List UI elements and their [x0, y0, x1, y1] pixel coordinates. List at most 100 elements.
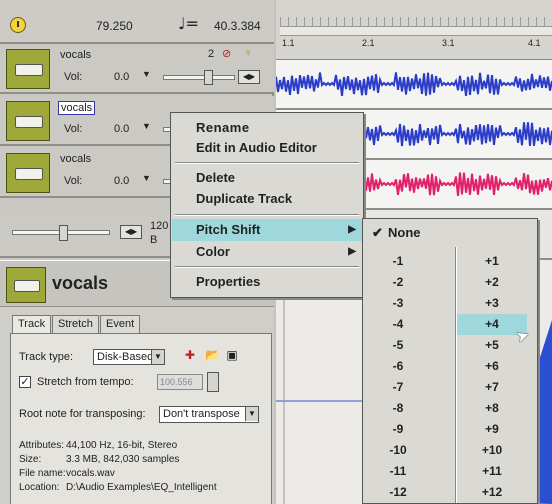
pan-button[interactable]: ◀▶	[120, 225, 142, 239]
menu-item-rename[interactable]: Rename	[172, 117, 362, 139]
pitch-item[interactable]: +8	[457, 398, 527, 419]
pitch-item[interactable]: -10	[363, 440, 433, 461]
pitch-item[interactable]: -7	[363, 377, 433, 398]
track-icon[interactable]	[6, 153, 50, 193]
menu-item-duplicate-track[interactable]: Duplicate Track	[172, 188, 362, 210]
pitch-item[interactable]: -6	[363, 356, 433, 377]
root-note-value: Don't transpose	[163, 408, 240, 420]
pitch-item[interactable]: +2	[457, 272, 527, 293]
volume-value: 0.0	[114, 123, 130, 135]
menu-item-none[interactable]: ✔ None	[364, 222, 536, 244]
pitch-item[interactable]: -4	[363, 314, 433, 335]
pitch-item[interactable]: -8	[363, 398, 433, 419]
volume-label: Vol:	[64, 71, 83, 83]
properties-title: vocals	[52, 273, 109, 293]
tempo-value[interactable]: 79.250	[96, 19, 133, 33]
pitch-item[interactable]: -2	[363, 272, 433, 293]
pitch-item[interactable]: +6	[457, 356, 527, 377]
info-value: 3.3 MB, 842,030 samples	[66, 454, 180, 465]
slider-knob[interactable]	[59, 225, 68, 241]
chevron-down-icon[interactable]: ▼	[142, 121, 151, 131]
pitch-item[interactable]: -9	[363, 419, 433, 440]
pitch-item[interactable]: -12	[363, 482, 433, 503]
info-key: Size:	[19, 454, 42, 465]
pitch-item[interactable]: +7	[457, 377, 527, 398]
submenu-arrow-icon: ▶	[348, 246, 356, 257]
slider-knob[interactable]	[204, 70, 213, 85]
chevron-down-icon[interactable]: ▼	[151, 350, 164, 364]
info-file-name: File name:vocals.wav	[19, 468, 115, 479]
solo-icon[interactable]: ♀	[244, 47, 252, 59]
chevron-down-icon[interactable]: ▼	[142, 173, 151, 183]
chevron-down-icon[interactable]: ▼	[142, 69, 151, 79]
track-type-value: Disk-Based	[97, 351, 154, 363]
mute-icon[interactable]: ⊘	[222, 47, 231, 60]
track-name[interactable]: vocals	[58, 49, 93, 61]
track-name[interactable]: vocals	[58, 153, 93, 165]
ruler-label: 3.1	[442, 38, 455, 48]
master-slider[interactable]	[12, 225, 110, 241]
menu-item-delete[interactable]: Delete	[172, 167, 362, 189]
ruler-label: 2.1	[362, 38, 375, 48]
menu-separator	[175, 162, 359, 164]
pitch-item[interactable]: -11	[363, 461, 433, 482]
menu-item-properties[interactable]: Properties	[172, 271, 362, 293]
track-lane[interactable]	[276, 60, 552, 110]
save-icon[interactable]: ▣	[225, 348, 239, 362]
menu-item-label: None	[388, 225, 421, 240]
pitch-item[interactable]: -5	[363, 335, 433, 356]
volume-label: Vol:	[64, 175, 83, 187]
pitch-item[interactable]: +9	[457, 419, 527, 440]
info-value: 44,100 Hz, 16-bit, Stereo	[66, 440, 178, 451]
root-note-select[interactable]: Don't transpose ▼	[159, 406, 259, 423]
pitch-item[interactable]: +3	[457, 293, 527, 314]
volume-slider[interactable]	[163, 70, 235, 85]
pitch-item[interactable]: -3	[363, 293, 433, 314]
pitch-shift-submenu: ✔ None -1 -2 -3 -4 -5 -6 -7 -8 -9 -10 -11 -12 +1 +2 +3 +…	[362, 218, 538, 504]
open-folder-icon[interactable]: 📂	[205, 348, 220, 362]
info-attributes: Attributes: 44,100 Hz, 16-bit, Stereo	[19, 440, 177, 451]
track-header[interactable]: vocals 2 ⊘ ♀ Vol: 0.0 ▼ ◀▶	[0, 44, 274, 94]
tab-stretch[interactable]: Stretch	[52, 315, 99, 333]
menu-item-color[interactable]: Color ▶	[172, 241, 362, 263]
move-icon[interactable]: ✚	[183, 348, 197, 362]
tab-event[interactable]: Event	[100, 315, 141, 333]
waveform	[276, 72, 552, 97]
ruler-label: 1.1	[282, 38, 295, 48]
position-value[interactable]: 40.3.384	[214, 19, 261, 33]
track-type-select[interactable]: Disk-Based ▼	[93, 349, 165, 365]
pan-button[interactable]: ◀▶	[238, 70, 260, 84]
chevron-down-icon[interactable]: ▼	[245, 407, 258, 421]
volume-value: 0.0	[114, 71, 130, 83]
tempo-spinner[interactable]	[207, 372, 219, 392]
stretch-checkbox[interactable]: ✓	[19, 376, 31, 388]
pitch-item[interactable]: +12	[457, 482, 527, 503]
menu-item-edit-in-audio-editor[interactable]: Edit in Audio Editor	[172, 137, 362, 159]
info-location: Location: D:\Audio Examples\EQ_Intelligen…	[19, 482, 217, 493]
menu-item-label: Pitch Shift	[196, 222, 261, 237]
info-value: D:\Audio Examples\EQ_Intelligent	[66, 482, 217, 493]
track-name-edit[interactable]: vocals	[58, 101, 96, 115]
master-bpm: 120 B	[150, 219, 168, 247]
clock-icon[interactable]	[10, 17, 26, 33]
pitch-item[interactable]: -1	[363, 251, 433, 272]
tab-track[interactable]: Track	[12, 315, 52, 334]
info-key: Attributes:	[19, 440, 65, 451]
transport-bar: 79.250 ♩= 40.3.384	[0, 0, 274, 44]
menu-item-pitch-shift[interactable]: Pitch Shift ▶	[172, 219, 362, 241]
pitch-item[interactable]: +10	[457, 440, 527, 461]
menu-separator	[175, 266, 359, 268]
menu-separator	[175, 214, 359, 216]
timeline-ruler[interactable]: 1.1 2.1 3.1 4.1	[276, 0, 552, 60]
stretch-tempo-field[interactable]: 100.556	[157, 374, 203, 390]
context-menu: Rename Edit in Audio Editor Delete Dupli…	[170, 112, 364, 298]
track-icon[interactable]	[6, 49, 50, 89]
root-note-label: Root note for transposing:	[19, 408, 146, 420]
ruler-label: 4.1	[528, 38, 541, 48]
track-icon	[6, 267, 46, 303]
tab-content: Track type: Disk-Based ▼ ✚ 📂 ▣ ✓ Stretch …	[10, 333, 272, 504]
pitch-item[interactable]: +11	[457, 461, 527, 482]
ruler-strip[interactable]	[280, 17, 552, 36]
pitch-item[interactable]: +1	[457, 251, 527, 272]
track-icon[interactable]	[6, 101, 50, 141]
